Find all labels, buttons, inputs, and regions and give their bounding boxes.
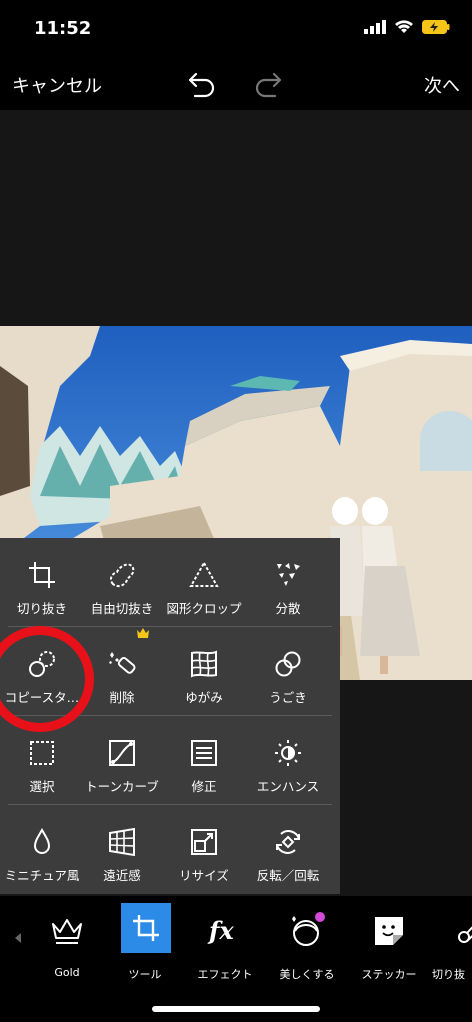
bottom-tab-label: ツール [128,968,162,981]
tilt-shift-icon [33,827,51,854]
crop-icon [29,562,55,588]
bottom-tab-label: ステッカー [361,968,417,981]
tool-label: エンハンス [256,779,320,794]
bottom-tab-gold[interactable]: Gold [22,904,102,984]
fx-icon: fx [207,916,234,945]
tool-perspective[interactable]: 遠近感 [80,805,164,893]
triangle-icon [189,560,219,587]
tool-row: 切り抜き 自由切抜き 図形クロップ 分散 [0,538,340,626]
tool-label: 切り抜き [16,601,67,616]
tool-label: うごき [269,690,307,705]
tool-label: ゆがみ [185,690,223,705]
adjust-icon [191,740,217,766]
warp-icon [191,650,217,678]
tool-crop[interactable]: 切り抜き [0,538,84,626]
disperse-icon [277,563,300,586]
svg-text:fx: fx [207,916,234,945]
status-icons [364,20,450,34]
crop-icon [133,915,159,941]
undo-icon[interactable] [186,68,218,100]
curves-icon [109,740,135,766]
resize-icon [191,829,217,855]
sticker-icon [375,917,403,945]
bottom-tab-tool[interactable]: ツール [100,903,180,984]
bottom-tab-label: Gold [54,966,80,979]
bottom-tab-effect[interactable]: fx エフェクト [180,904,260,984]
enhance-icon [275,740,301,766]
tool-label: ミニチュア風 [4,868,80,883]
home-indicator [152,1006,320,1012]
crown-icon [52,919,82,944]
tool-label: 遠近感 [103,868,141,883]
bottom-tab-sticker[interactable]: ステッカー [344,904,424,984]
tool-label: 図形クロップ [166,601,242,616]
flip-rotate-icon [276,830,300,854]
tool-adjust[interactable]: 修正 [162,716,246,804]
tool-flip-rotate[interactable]: 反転／回転 [246,805,330,893]
bottom-toolbar: Gold ツール fx エフェクト 美しくする ステッカー 切り抜 [0,896,472,1022]
bottom-tab-beautify[interactable]: 美しくする [262,904,342,984]
tool-label: 自由切抜き [90,601,154,616]
scroll-left-icon[interactable] [14,932,22,944]
perspective-icon [109,827,135,857]
redo-icon[interactable] [252,68,284,100]
tool-warp[interactable]: ゆがみ [162,627,246,715]
bottom-tab-cutout[interactable]: 切り抜 [426,904,472,984]
next-button[interactable]: 次へ [424,72,460,98]
eraser-icon [109,652,136,674]
bottom-tab-label: エフェクト [197,968,253,981]
tool-free-crop[interactable]: 自由切抜き [80,538,164,626]
motion-icon [275,651,301,677]
tool-disperse[interactable]: 分散 [246,538,330,626]
tool-label: 修正 [191,779,217,794]
tool-curves[interactable]: トーンカーブ [80,716,164,804]
tool-label: 分散 [275,601,301,616]
tool-tilt-shift[interactable]: ミニチュア風 [0,805,84,893]
select-icon [30,741,54,765]
cancel-button[interactable]: キャンセル [12,72,102,98]
bottom-tab-label: 切り抜 [432,968,465,981]
crown-icon [137,628,149,638]
top-bar: キャンセル 次へ [0,60,472,108]
tool-row: ミニチュア風 遠近感 リサイズ 反転／回転 [0,805,340,893]
free-crop-icon [109,563,135,588]
tool-motion[interactable]: うごき [246,627,330,715]
tool-label: リサイズ [179,868,229,883]
wifi-icon [395,20,413,33]
status-time: 11:52 [34,18,92,39]
tool-shape-crop[interactable]: 図形クロップ [162,538,246,626]
face-icon [292,912,325,946]
scissors-icon [458,926,472,943]
tool-label: 選択 [29,779,55,794]
tool-label: 反転／回転 [256,868,320,883]
signal-icon [364,20,386,34]
tool-enhance[interactable]: エンハンス [246,716,330,804]
tool-label: トーンカーブ [85,779,159,794]
battery-icon [422,20,450,34]
tool-resize[interactable]: リサイズ [162,805,246,893]
bottom-tab-label: 美しくする [279,968,335,981]
